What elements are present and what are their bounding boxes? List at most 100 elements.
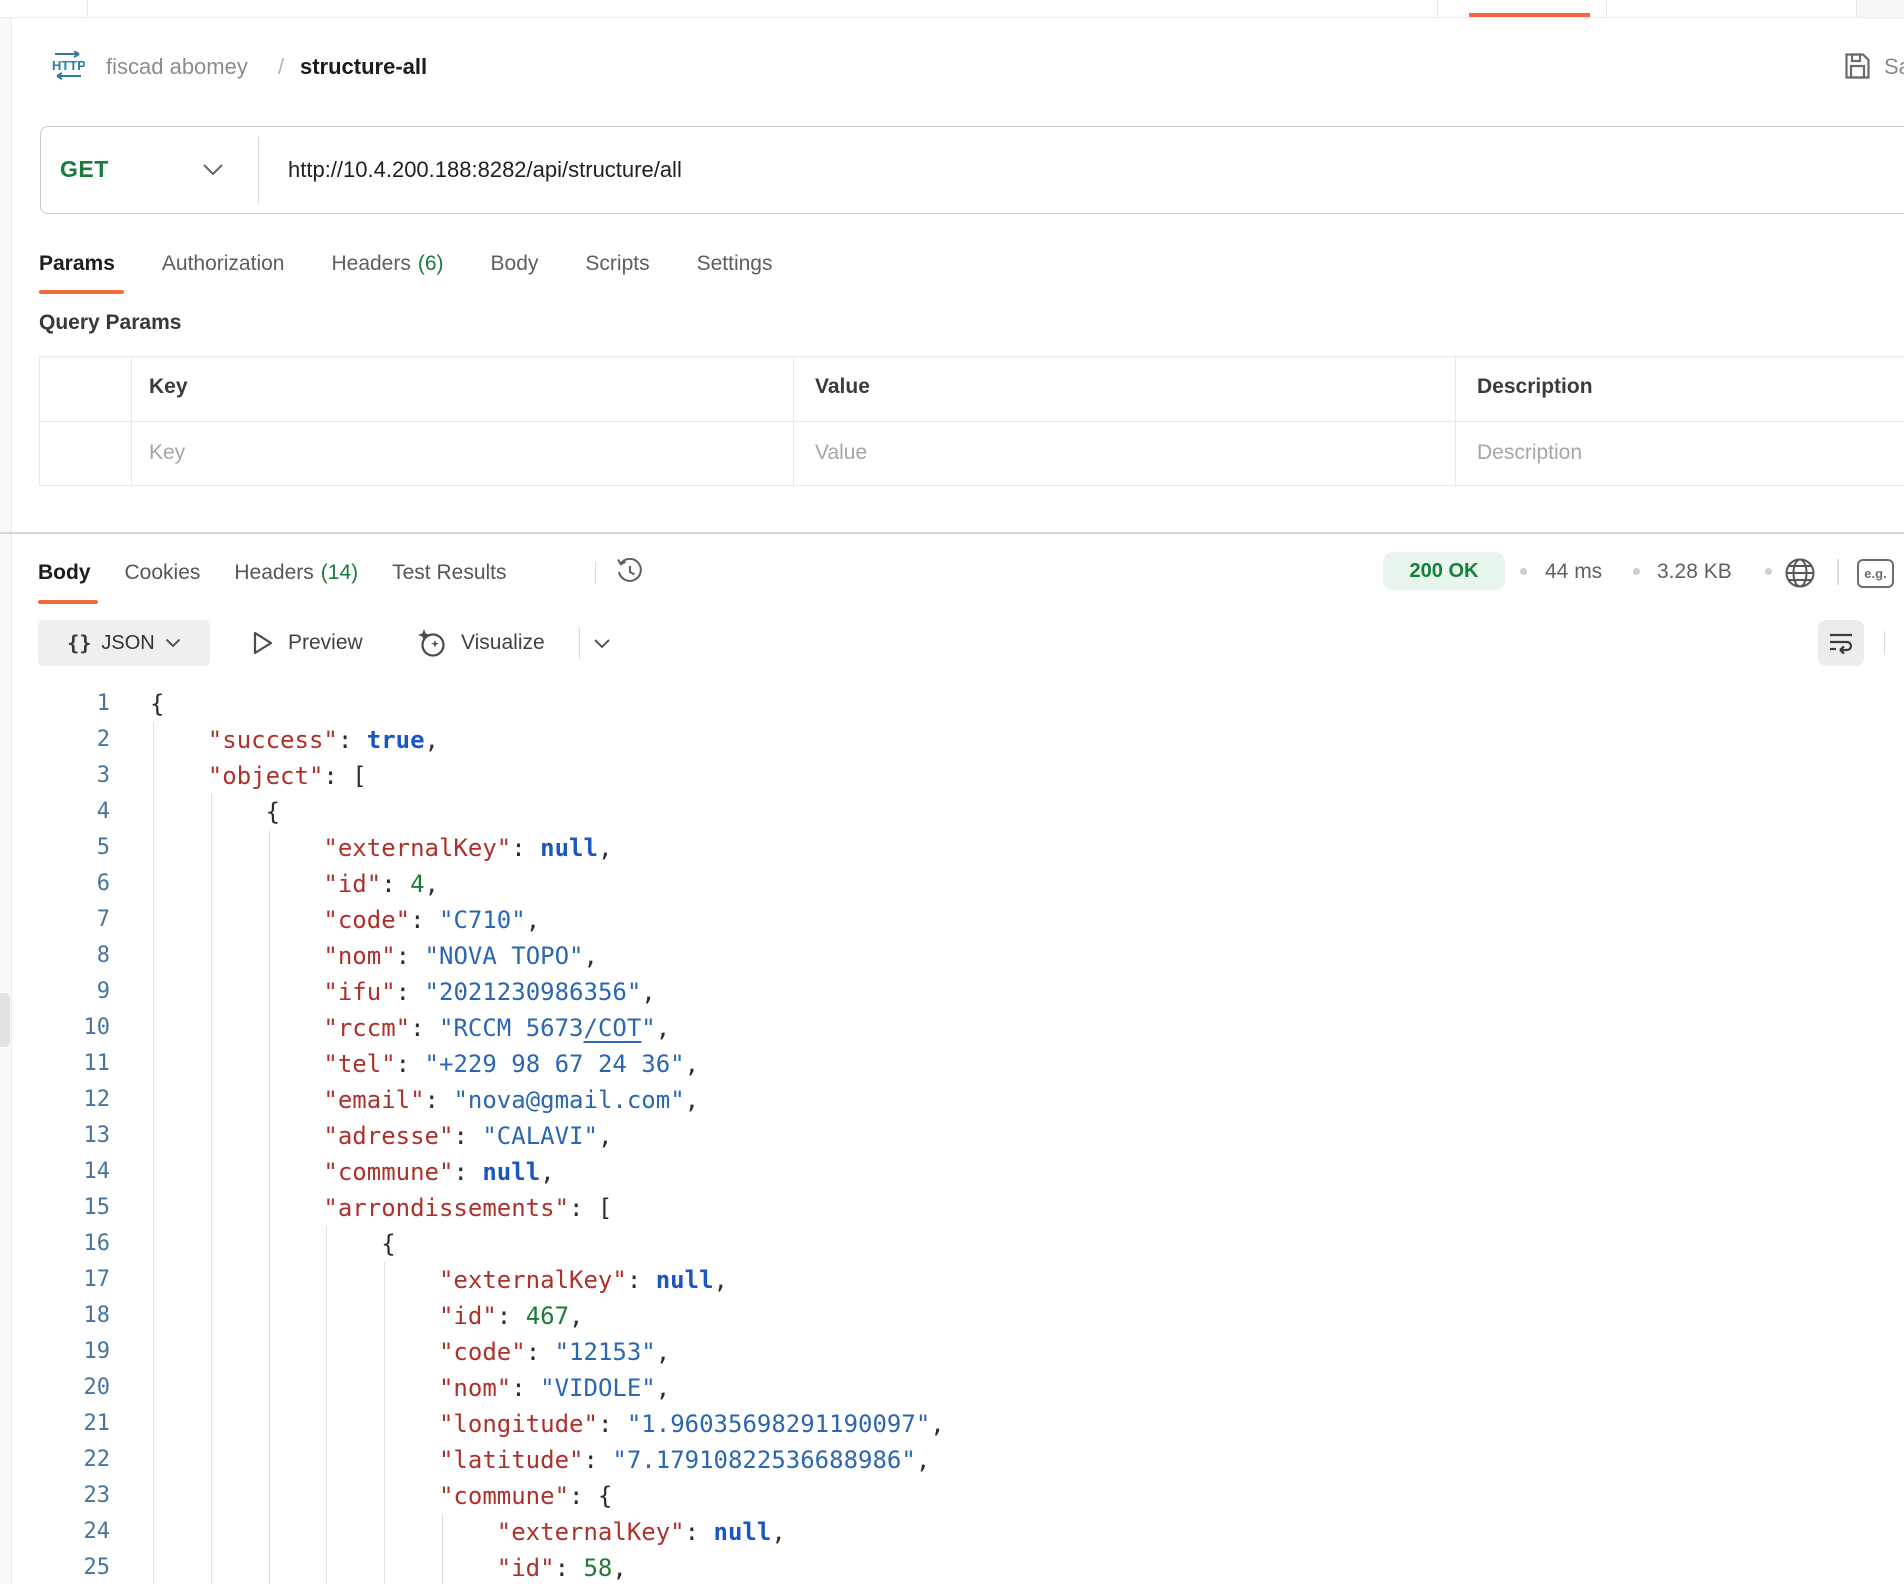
- line-number: 22: [0, 1442, 110, 1478]
- line-number: 13: [0, 1118, 110, 1154]
- line-number: 20: [0, 1370, 110, 1406]
- column-border: [793, 357, 794, 487]
- code-line: 13 "adresse": "CALAVI",: [0, 1118, 1904, 1154]
- code-text: "code": "12153",: [150, 1334, 670, 1370]
- indent-guide: [211, 794, 212, 1584]
- save-button[interactable]: Save: [1884, 54, 1904, 80]
- request-tab-headers[interactable]: Headers(6): [331, 252, 443, 276]
- code-text: "rccm": "RCCM 5673/COT",: [150, 1010, 670, 1046]
- active-tab-indicator: [1469, 13, 1590, 17]
- request-tab-params[interactable]: Params: [39, 252, 115, 276]
- code-text: "nom": "VIDOLE",: [150, 1370, 670, 1406]
- save-as-example-icon[interactable]: e.g.: [1857, 559, 1894, 588]
- line-number: 18: [0, 1298, 110, 1334]
- dot-separator: [1765, 568, 1772, 575]
- code-line: 1{: [0, 686, 1904, 722]
- preview-icon[interactable]: [249, 630, 275, 656]
- response-time[interactable]: 44 ms: [1545, 560, 1602, 584]
- preview-button[interactable]: Preview: [288, 631, 363, 655]
- value-input[interactable]: Value: [815, 441, 867, 465]
- history-icon[interactable]: [615, 558, 645, 586]
- code-line: 9 "ifu": "2021230986356",: [0, 974, 1904, 1010]
- request-tab-authorization[interactable]: Authorization: [162, 252, 285, 276]
- status-badge[interactable]: 200 OK: [1383, 552, 1505, 590]
- postman-app: HTTP fiscad abomey / structure-all Save …: [0, 0, 1904, 1584]
- line-number: 24: [0, 1514, 110, 1550]
- line-number: 15: [0, 1190, 110, 1226]
- key-input[interactable]: Key: [149, 441, 185, 465]
- response-tabs: Body Cookies Headers(14) Test Results: [38, 561, 507, 585]
- code-line: 3 "object": [: [0, 758, 1904, 794]
- code-line: 10 "rccm": "RCCM 5673/COT",: [0, 1010, 1904, 1046]
- chevron-down-icon[interactable]: [593, 638, 611, 649]
- code-line: 14 "commune": null,: [0, 1154, 1904, 1190]
- chevron-down-icon: [165, 638, 181, 648]
- line-number: 17: [0, 1262, 110, 1298]
- tab-divider: [87, 0, 88, 17]
- request-tab-scripts[interactable]: Scripts: [585, 252, 649, 276]
- tab-count-badge: (14): [321, 561, 358, 584]
- example-badge-text: e.g.: [1864, 566, 1886, 581]
- divider: [579, 627, 580, 659]
- description-input[interactable]: Description: [1477, 441, 1582, 465]
- response-tab-cookies[interactable]: Cookies: [125, 561, 201, 585]
- code-line: 20 "nom": "VIDOLE",: [0, 1370, 1904, 1406]
- line-number: 6: [0, 866, 110, 902]
- request-tab-settings[interactable]: Settings: [697, 252, 773, 276]
- line-number: 4: [0, 794, 110, 830]
- response-body-editor: 1{2 "success": true,3 "object": [4 {5 "e…: [0, 678, 1904, 1584]
- code-text: "externalKey": null,: [150, 1514, 786, 1550]
- indent-guide: [326, 1226, 327, 1584]
- pane-splitter[interactable]: [0, 532, 1904, 534]
- row-border: [40, 421, 1904, 422]
- indent-guide: [153, 722, 154, 1584]
- request-tabs: Params Authorization Headers(6) Body Scripts…: [39, 252, 772, 276]
- line-number: 10: [0, 1010, 110, 1046]
- visualize-button[interactable]: Visualize: [461, 631, 545, 655]
- code-text: "latitude": "7.17910822536688986",: [150, 1442, 930, 1478]
- dot-separator: [1633, 568, 1640, 575]
- line-number: 2: [0, 722, 110, 758]
- breadcrumb-request-name[interactable]: structure-all: [300, 54, 427, 80]
- tab-strip-empty-area: [1857, 0, 1904, 17]
- column-header-key: Key: [149, 375, 188, 399]
- code-text: "id": 58,: [150, 1550, 627, 1584]
- workspace-tab-strip: [0, 0, 1904, 18]
- visualize-icon[interactable]: [416, 627, 448, 659]
- network-globe-icon[interactable]: [1783, 556, 1817, 590]
- line-number: 9: [0, 974, 110, 1010]
- code-line: 16 {: [0, 1226, 1904, 1262]
- http-icon: HTTP: [49, 51, 85, 81]
- line-number: 14: [0, 1154, 110, 1190]
- format-label: JSON: [101, 632, 154, 655]
- breadcrumb-collection[interactable]: fiscad abomey: [106, 54, 248, 80]
- code-text: "tel": "+229 98 67 24 36",: [150, 1046, 699, 1082]
- code-line: 22 "latitude": "7.17910822536688986",: [0, 1442, 1904, 1478]
- code-line: 21 "longitude": "1.96035698291190097",: [0, 1406, 1904, 1442]
- wrap-text-button[interactable]: [1818, 620, 1864, 666]
- code-line: 11 "tel": "+229 98 67 24 36",: [0, 1046, 1904, 1082]
- response-tab-body[interactable]: Body: [38, 561, 91, 585]
- response-tab-test-results[interactable]: Test Results: [392, 561, 506, 585]
- dot-separator: [1520, 568, 1527, 575]
- code-text: "object": [: [150, 758, 367, 794]
- url-input[interactable]: http://10.4.200.188:8282/api/structure/a…: [288, 157, 682, 183]
- line-number: 1: [0, 686, 110, 722]
- code-text: "email": "nova@gmail.com",: [150, 1082, 699, 1118]
- code-text: "externalKey": null,: [150, 1262, 728, 1298]
- code-line: 6 "id": 4,: [0, 866, 1904, 902]
- code-line: 23 "commune": {: [0, 1478, 1904, 1514]
- line-number: 5: [0, 830, 110, 866]
- save-icon[interactable]: [1844, 52, 1871, 80]
- code-text: "id": 4,: [150, 866, 439, 902]
- method-selector[interactable]: GET: [60, 156, 109, 183]
- braces-icon: {}: [67, 631, 91, 655]
- response-tab-headers[interactable]: Headers(14): [234, 561, 358, 585]
- format-dropdown[interactable]: {} JSON: [38, 620, 210, 666]
- response-size[interactable]: 3.28 KB: [1657, 560, 1732, 584]
- chevron-down-icon[interactable]: [202, 163, 224, 176]
- code-line: 5 "externalKey": null,: [0, 830, 1904, 866]
- code-text: "code": "C710",: [150, 902, 540, 938]
- request-tab-body[interactable]: Body: [491, 252, 539, 276]
- code-text: "nom": "NOVA TOPO",: [150, 938, 598, 974]
